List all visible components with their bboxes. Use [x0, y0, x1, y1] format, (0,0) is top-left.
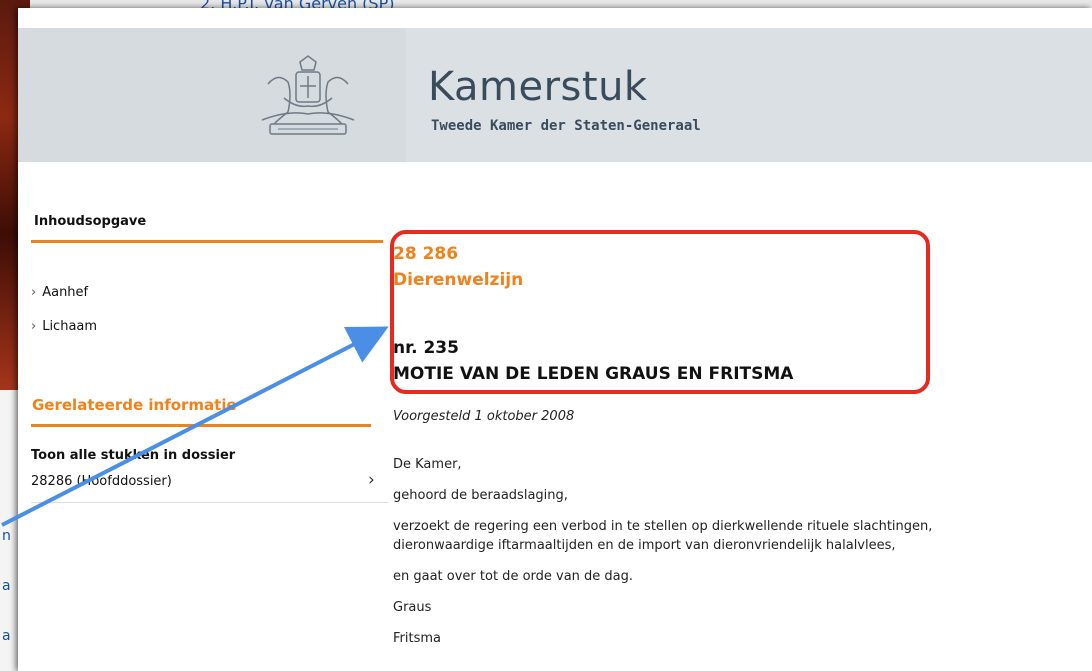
arrow-annotation-icon	[1, 326, 389, 527]
